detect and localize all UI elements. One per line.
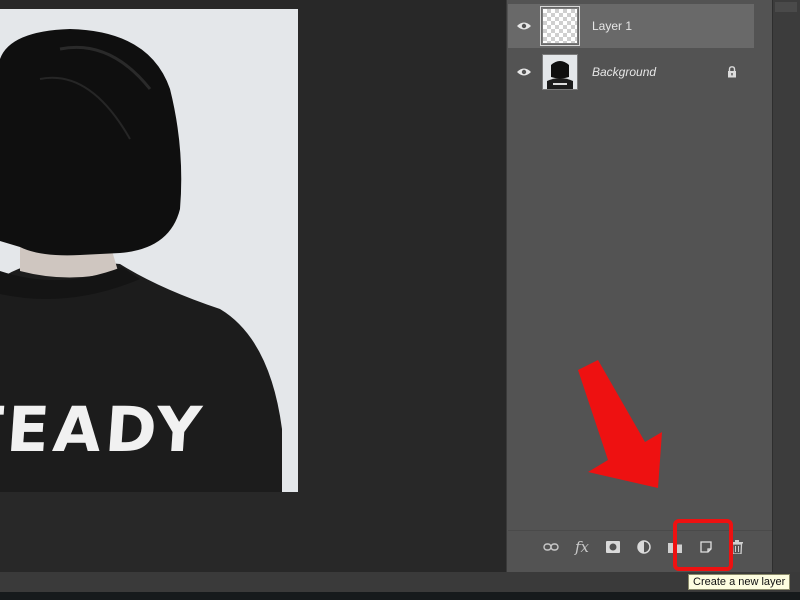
panel-scrollbar[interactable] bbox=[772, 0, 800, 572]
canvas-photo: TEADY bbox=[0, 9, 298, 492]
layer-thumbnail[interactable] bbox=[540, 6, 580, 46]
layer-mask-button[interactable] bbox=[598, 534, 628, 560]
tooltip: Create a new layer bbox=[688, 574, 791, 590]
mask-icon bbox=[606, 541, 620, 553]
photo-shirt-text: TEADY bbox=[0, 393, 208, 466]
layer-row-background[interactable]: Background bbox=[508, 50, 754, 94]
link-icon bbox=[543, 543, 559, 551]
layer-name[interactable]: Background bbox=[592, 65, 720, 79]
lock-icon[interactable] bbox=[720, 66, 744, 78]
half-circle-icon bbox=[637, 540, 651, 554]
adjustment-layer-button[interactable] bbox=[629, 534, 659, 560]
document-canvas-area[interactable]: TEADY bbox=[0, 0, 506, 572]
layer-name[interactable]: Layer 1 bbox=[592, 19, 754, 33]
link-layers-button[interactable] bbox=[536, 534, 566, 560]
new-layer-highlight-box bbox=[673, 519, 733, 571]
visibility-eye-icon[interactable] bbox=[508, 67, 540, 77]
scrollbar-thumb[interactable] bbox=[775, 2, 797, 12]
layer-thumbnail[interactable] bbox=[542, 54, 578, 90]
layer-row-layer-1[interactable]: Layer 1 bbox=[508, 4, 754, 48]
red-arrow-annotation bbox=[578, 360, 662, 488]
layer-style-button[interactable]: fx bbox=[567, 534, 597, 560]
visibility-eye-icon[interactable] bbox=[508, 21, 540, 31]
status-bar bbox=[0, 572, 800, 600]
